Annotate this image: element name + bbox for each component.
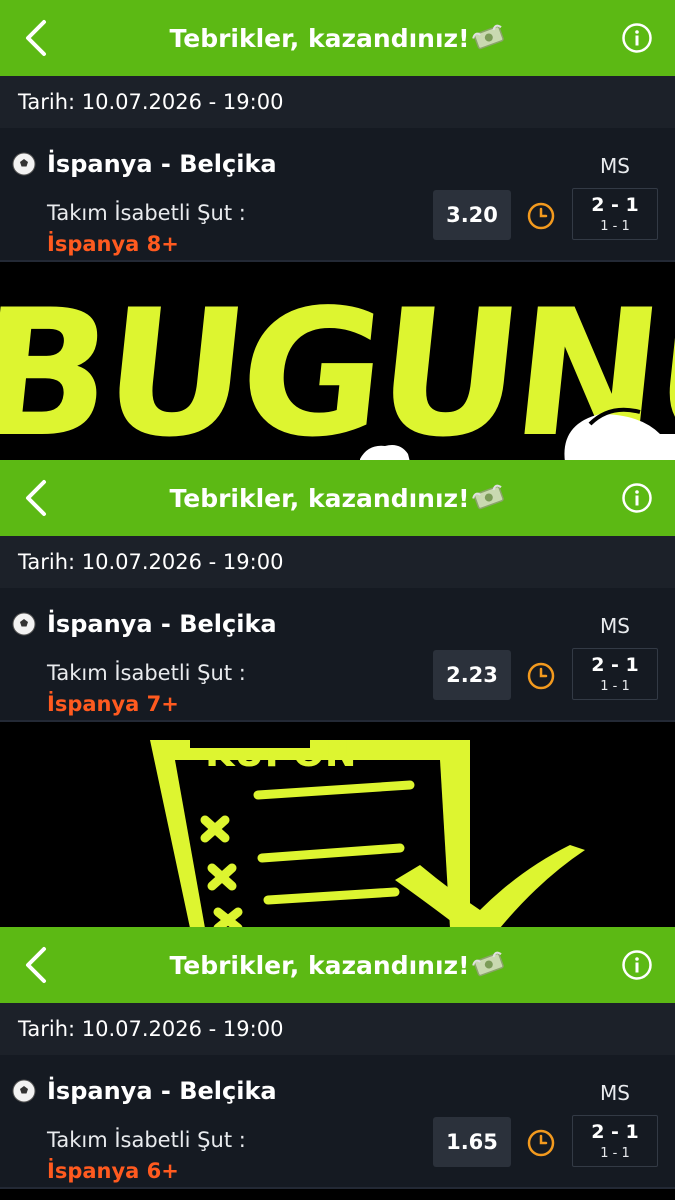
- match-row[interactable]: İspanya - Belçika Takım İsabetli Şut : İ…: [0, 1055, 675, 1189]
- match-teams: İspanya - Belçika: [47, 150, 277, 178]
- clock-icon: [527, 202, 555, 230]
- half-time-score: 1 - 1: [600, 679, 630, 694]
- money-emoji-icon: [471, 484, 504, 510]
- clock-icon: [527, 662, 555, 690]
- back-chevron-icon[interactable]: [22, 945, 52, 985]
- match-teams: İspanya - Belçika: [47, 1077, 277, 1105]
- score-box: 2 - 1 1 - 1: [572, 1115, 658, 1167]
- market-label: Takım İsabetli Şut :: [47, 201, 246, 225]
- clock-icon: [527, 1129, 555, 1157]
- market-label: Takım İsabetli Şut :: [47, 661, 246, 685]
- half-time-score: 1 - 1: [600, 219, 630, 234]
- soccer-ball-icon: [12, 1079, 36, 1103]
- full-time-score: 2 - 1: [591, 194, 639, 216]
- odds-value: 2.23: [433, 650, 511, 700]
- header-title: Tebrikler, kazandınız!: [169, 950, 470, 980]
- selection-pick: İspanya 7+: [47, 692, 179, 716]
- info-icon[interactable]: [621, 949, 653, 981]
- full-time-score: 2 - 1: [591, 1121, 639, 1143]
- money-emoji-icon: [471, 951, 504, 977]
- soccer-ball-icon: [12, 612, 36, 636]
- success-header: Tebrikler, kazandınız!: [0, 0, 675, 76]
- result-label: MS: [600, 614, 630, 638]
- full-time-score: 2 - 1: [591, 654, 639, 676]
- success-header: Tebrikler, kazandınız!: [0, 927, 675, 1003]
- bet-slip-1: Tebrikler, kazandınız! Tarih: 10.07.2026…: [0, 0, 675, 262]
- result-label: MS: [600, 1081, 630, 1105]
- money-emoji-icon: [471, 24, 504, 50]
- selection-pick: İspanya 6+: [47, 1159, 179, 1183]
- result-label: MS: [600, 154, 630, 178]
- match-row[interactable]: İspanya - Belçika Takım İsabetli Şut : İ…: [0, 128, 675, 262]
- banner-graphic: KUPON: [150, 740, 585, 928]
- bet-slip-3: Tebrikler, kazandınız! Tarih: 10.07.2026…: [0, 927, 675, 1189]
- score-box: 2 - 1 1 - 1: [572, 188, 658, 240]
- match-teams: İspanya - Belçika: [47, 610, 277, 638]
- odds-value: 1.65: [433, 1117, 511, 1167]
- match-row[interactable]: İspanya - Belçika Takım İsabetli Şut : İ…: [0, 588, 675, 722]
- banner-graphic: BUGUNU: [0, 274, 675, 462]
- header-title: Tebrikler, kazandınız!: [169, 23, 470, 53]
- date-bar: Tarih: 10.07.2026 - 19:00: [0, 76, 675, 128]
- success-header: Tebrikler, kazandınız!: [0, 460, 675, 536]
- soccer-ball-icon: [12, 152, 36, 176]
- back-chevron-icon[interactable]: [22, 18, 52, 58]
- bet-slip-2: Tebrikler, kazandınız! Tarih: 10.07.2026…: [0, 460, 675, 722]
- info-icon[interactable]: [621, 482, 653, 514]
- odds-value: 3.20: [433, 190, 511, 240]
- selection-pick: İspanya 8+: [47, 232, 179, 256]
- promo-banner-2: KUPON: [0, 740, 675, 928]
- info-icon[interactable]: [621, 22, 653, 54]
- half-time-score: 1 - 1: [600, 1146, 630, 1161]
- date-bar: Tarih: 10.07.2026 - 19:00: [0, 536, 675, 588]
- market-label: Takım İsabetli Şut :: [47, 1128, 246, 1152]
- date-bar: Tarih: 10.07.2026 - 19:00: [0, 1003, 675, 1055]
- score-box: 2 - 1 1 - 1: [572, 648, 658, 700]
- back-chevron-icon[interactable]: [22, 478, 52, 518]
- promo-banner-1: BUGUNU: [0, 274, 675, 462]
- header-title: Tebrikler, kazandınız!: [169, 483, 470, 513]
